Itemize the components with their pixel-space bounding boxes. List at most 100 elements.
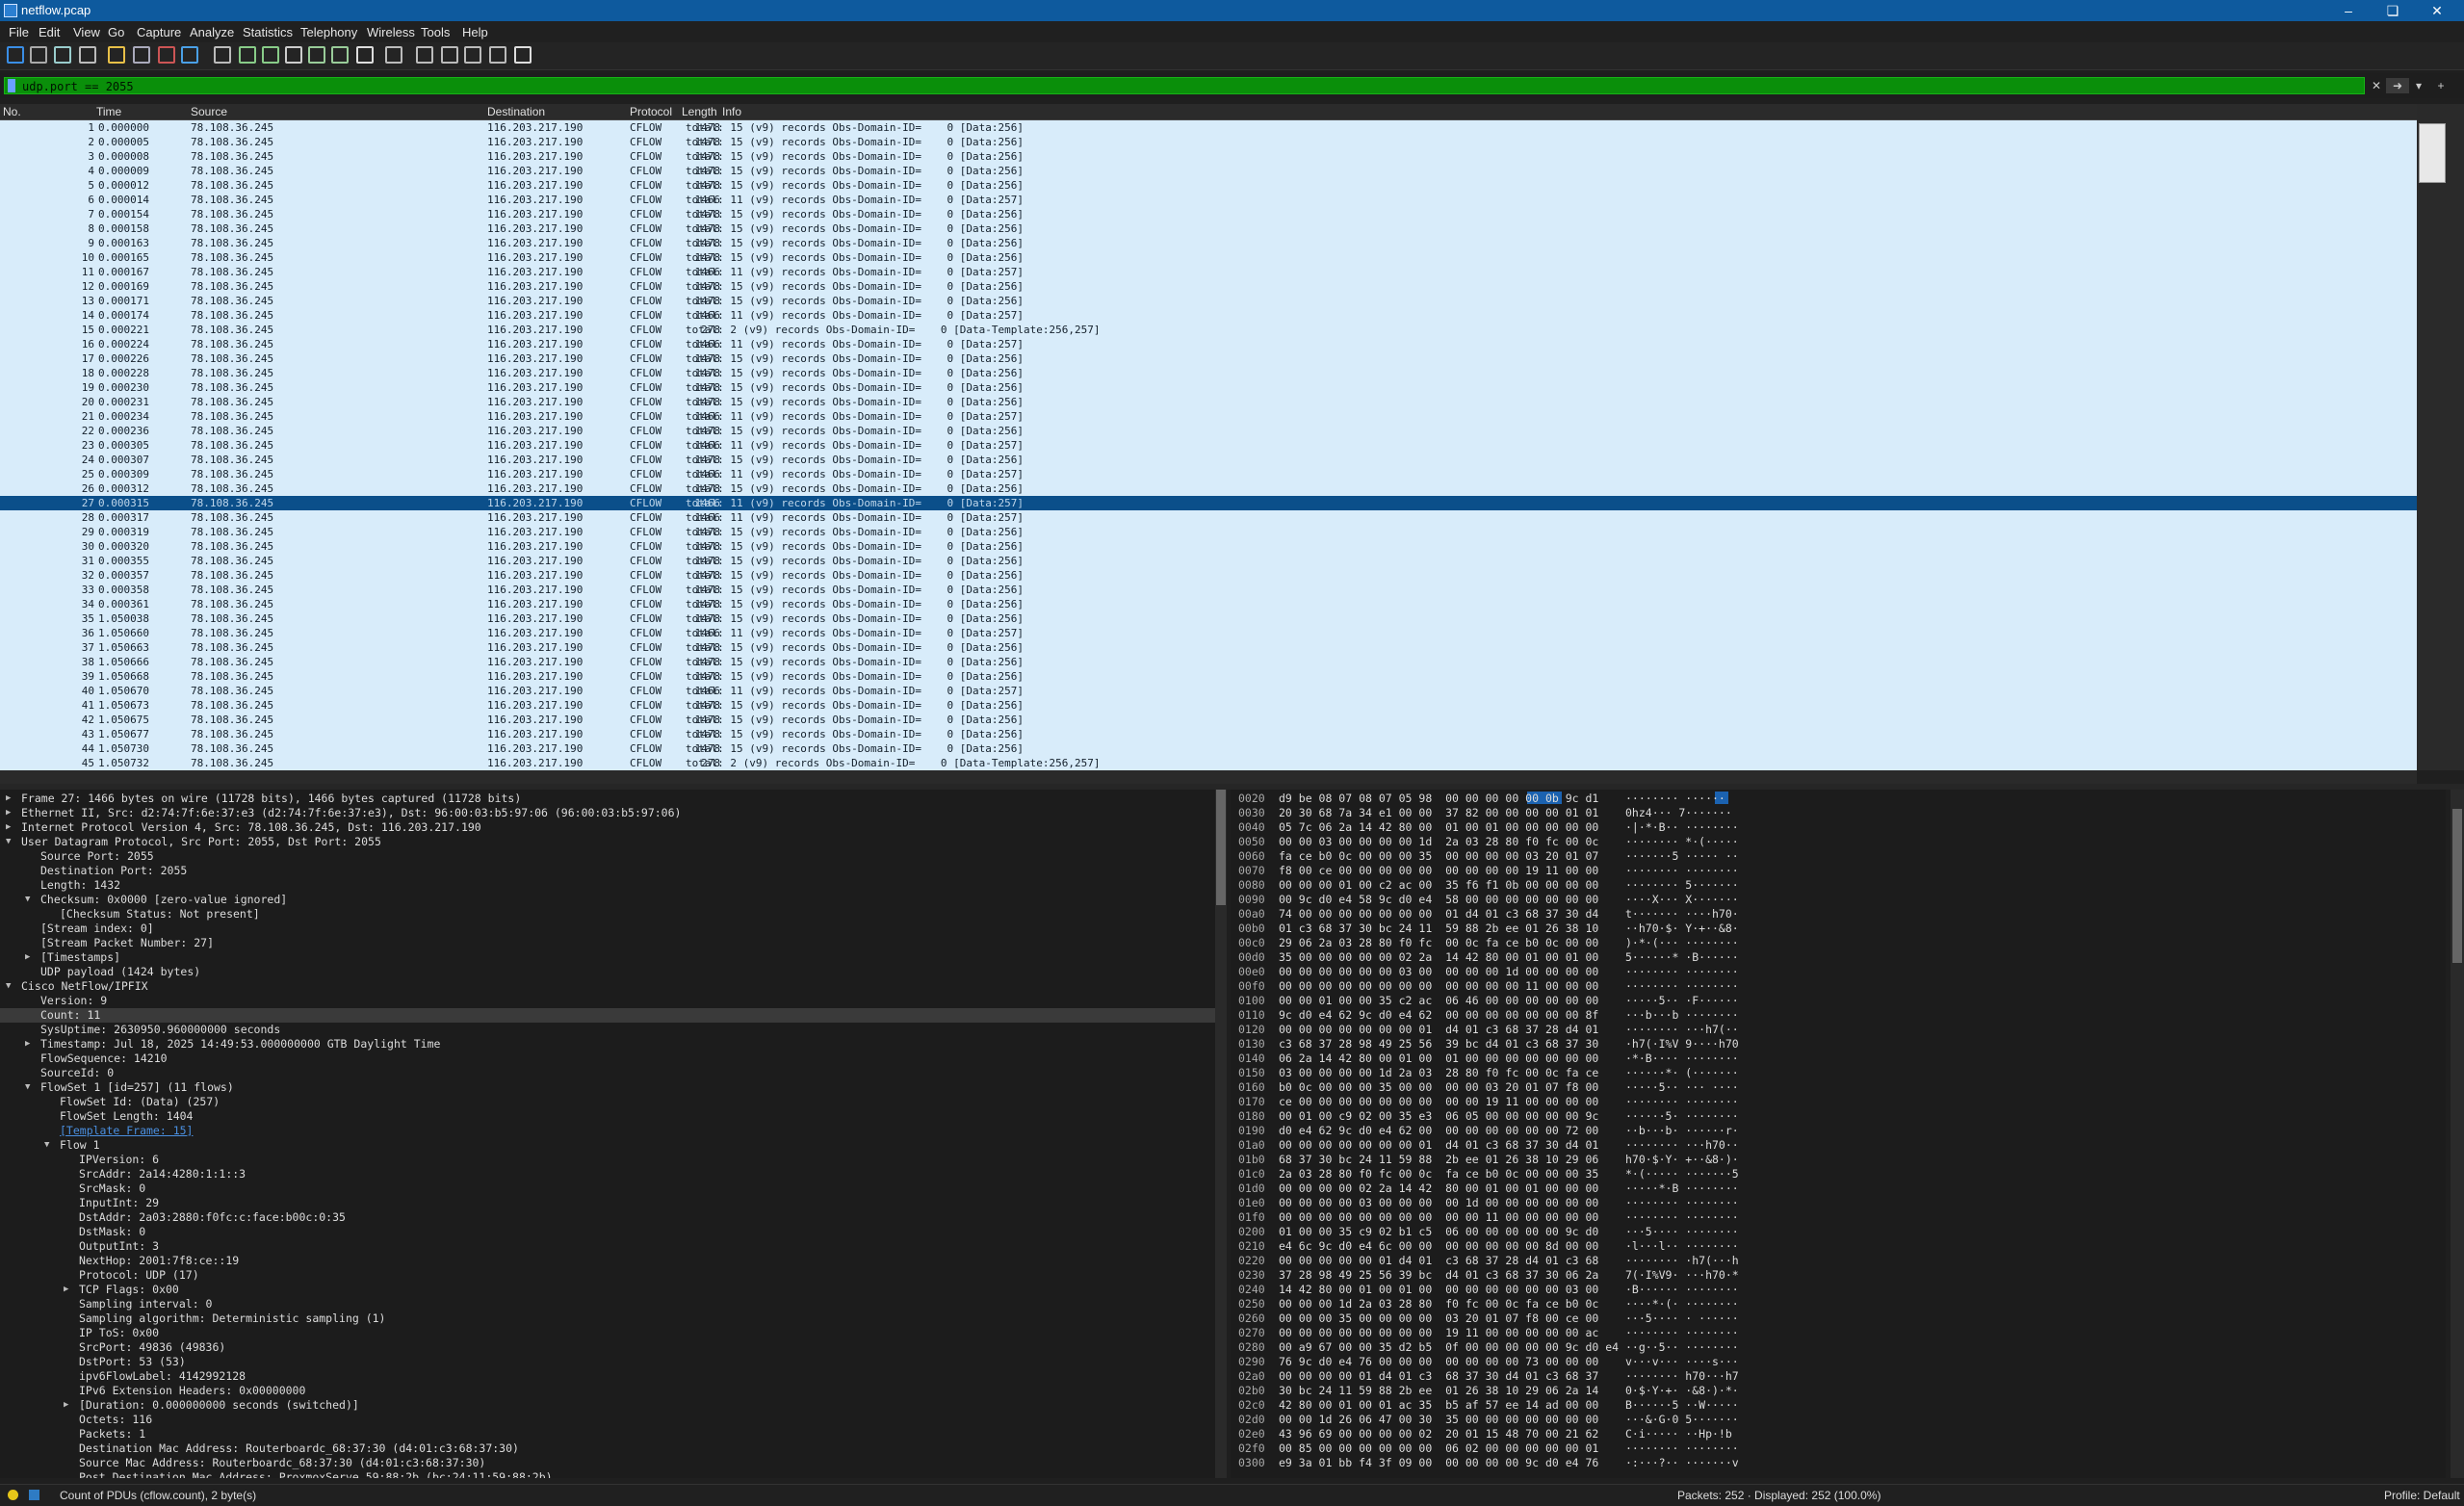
- bytes-row[interactable]: 00b0 01 c3 68 37 30 bc 24 11 59 88 2b ee …: [1231, 922, 2446, 936]
- open-file-icon[interactable]: [108, 46, 125, 64]
- bytes-row[interactable]: 0100 00 00 01 00 00 35 c2 ac 06 46 00 00 …: [1231, 994, 2446, 1008]
- detail-row[interactable]: SrcMask: 0: [0, 1181, 1215, 1196]
- detail-row[interactable]: IPv6 Extension Headers: 0x00000000: [0, 1384, 1215, 1398]
- expand-arrow-icon[interactable]: ▶: [25, 1037, 30, 1052]
- col-source[interactable]: Source: [191, 105, 227, 118]
- collapse-arrow-icon[interactable]: ▼: [6, 835, 11, 849]
- packet-row[interactable]: 32 0.000357 78.108.36.245 116.203.217.190 CF…: [0, 568, 2417, 583]
- detail-row[interactable]: ▶ [Timestamps]: [0, 950, 1215, 965]
- menu-go[interactable]: Go: [108, 25, 124, 39]
- stop-icon[interactable]: [30, 46, 47, 64]
- detail-row[interactable]: Destination Mac Address: Routerboardc_68…: [0, 1441, 1215, 1456]
- bytes-row[interactable]: 0250 00 00 00 1d 2a 03 28 80 f0 fc 00 0c …: [1231, 1297, 2446, 1311]
- packet-row[interactable]: 23 0.000305 78.108.36.245 116.203.217.190 CF…: [0, 438, 2417, 453]
- bytes-row[interactable]: 0090 00 9c d0 e4 58 9c d0 e4 58 00 00 00 …: [1231, 893, 2446, 907]
- packet-row[interactable]: 30 0.000320 78.108.36.245 116.203.217.190 CF…: [0, 539, 2417, 554]
- detail-row[interactable]: ▼ Cisco NetFlow/IPFIX: [0, 979, 1215, 994]
- packet-row[interactable]: 35 1.050038 78.108.36.245 116.203.217.190 CF…: [0, 611, 2417, 626]
- colorize-icon[interactable]: [385, 46, 402, 64]
- detail-row[interactable]: DstAddr: 2a03:2880:f0fc:c:face:b00c:0:35: [0, 1210, 1215, 1225]
- bytes-row[interactable]: 0180 00 01 00 c9 02 00 35 e3 06 05 00 00 …: [1231, 1109, 2446, 1124]
- detail-row[interactable]: ▼ Checksum: 0x0000 [zero-value ignored]: [0, 893, 1215, 907]
- resize-columns-icon[interactable]: [489, 46, 506, 64]
- bytes-row[interactable]: 0020 d9 be 08 07 08 07 05 98 00 00 00 00 …: [1231, 792, 2446, 806]
- packet-list[interactable]: 1 0.000000 78.108.36.245 116.203.217.190 CFL…: [0, 120, 2417, 770]
- detail-row[interactable]: ▶ TCP Flags: 0x00: [0, 1283, 1215, 1297]
- menu-tools[interactable]: Tools: [421, 25, 450, 39]
- expand-arrow-icon[interactable]: ▶: [25, 950, 30, 965]
- bytes-row[interactable]: 0070 f8 00 ce 00 00 00 00 00 00 00 00 00 …: [1231, 864, 2446, 878]
- col-destination[interactable]: Destination: [487, 105, 545, 118]
- packet-row[interactable]: 31 0.000355 78.108.36.245 116.203.217.190 CF…: [0, 554, 2417, 568]
- bytes-row[interactable]: 00f0 00 00 00 00 00 00 00 00 00 00 00 00 …: [1231, 979, 2446, 994]
- menu-analyze[interactable]: Analyze: [190, 25, 234, 39]
- detail-row[interactable]: UDP payload (1424 bytes): [0, 965, 1215, 979]
- packet-row[interactable]: 26 0.000312 78.108.36.245 116.203.217.190 CF…: [0, 481, 2417, 496]
- add-filter-button-icon[interactable]: +: [2433, 78, 2449, 93]
- col-no[interactable]: No.: [3, 105, 21, 118]
- bytes-row[interactable]: 0050 00 00 03 00 00 00 00 1d 2a 03 28 80 …: [1231, 835, 2446, 849]
- detail-row[interactable]: Sampling interval: 0: [0, 1297, 1215, 1311]
- packet-row[interactable]: 11 0.000167 78.108.36.245 116.203.217.190 CF…: [0, 265, 2417, 279]
- packet-row[interactable]: 17 0.000226 78.108.36.245 116.203.217.190 CF…: [0, 351, 2417, 366]
- col-protocol[interactable]: Protocol: [630, 105, 672, 118]
- detail-row[interactable]: Protocol: UDP (17): [0, 1268, 1215, 1283]
- options-icon[interactable]: [79, 46, 96, 64]
- detail-row[interactable]: IPVersion: 6: [0, 1153, 1215, 1167]
- bytes-row[interactable]: 0110 9c d0 e4 62 9c d0 e4 62 00 00 00 00 …: [1231, 1008, 2446, 1023]
- expert-info-icon[interactable]: [8, 1490, 18, 1500]
- detail-row[interactable]: [Checksum Status: Not present]: [0, 907, 1215, 922]
- capture-comment-icon[interactable]: [29, 1490, 39, 1500]
- maximize-icon[interactable]: ❏: [2371, 0, 2415, 21]
- scroll-thumb[interactable]: [2452, 809, 2462, 963]
- detail-row[interactable]: ▶ Internet Protocol Version 4, Src: 78.10…: [0, 820, 1215, 835]
- detail-row[interactable]: Source Mac Address: Routerboardc_68:37:3…: [0, 1456, 1215, 1470]
- detail-row[interactable]: IP ToS: 0x00: [0, 1326, 1215, 1340]
- bytes-row[interactable]: 0280 00 a9 67 00 00 35 d2 b5 0f 00 00 00 …: [1231, 1340, 2446, 1355]
- shark-fin-start-icon[interactable]: [7, 46, 24, 64]
- bytes-row[interactable]: 0040 05 7c 06 2a 14 42 80 00 01 00 01 00 …: [1231, 820, 2446, 835]
- packet-list-hscrollbar[interactable]: [0, 770, 2417, 784]
- packet-row[interactable]: 7 0.000154 78.108.36.245 116.203.217.190 CFL…: [0, 207, 2417, 221]
- display-filter-input[interactable]: udp.port == 2055: [4, 77, 2365, 94]
- expand-arrow-icon[interactable]: ▶: [6, 806, 11, 820]
- detail-row[interactable]: [Stream index: 0]: [0, 922, 1215, 936]
- detail-row[interactable]: ▶ Ethernet II, Src: d2:74:7f:6e:37:e3 (d2…: [0, 806, 1215, 820]
- detail-row[interactable]: ▶ Frame 27: 1466 bytes on wire (11728 bit…: [0, 792, 1215, 806]
- packet-row[interactable]: 2 0.000005 78.108.36.245 116.203.217.190 CFL…: [0, 135, 2417, 149]
- packet-row[interactable]: 16 0.000224 78.108.36.245 116.203.217.190 CF…: [0, 337, 2417, 351]
- bytes-row[interactable]: 02e0 43 96 69 00 00 00 00 02 20 01 15 48 …: [1231, 1427, 2446, 1441]
- recent-filters-chevron-down-icon[interactable]: ▾: [2412, 78, 2425, 93]
- packet-row[interactable]: 6 0.000014 78.108.36.245 116.203.217.190 CFL…: [0, 193, 2417, 207]
- detail-row[interactable]: OutputInt: 3: [0, 1239, 1215, 1254]
- packet-row[interactable]: 1 0.000000 78.108.36.245 116.203.217.190 CFL…: [0, 120, 2417, 135]
- detail-row[interactable]: ▼ Flow 1: [0, 1138, 1215, 1153]
- packet-row[interactable]: 12 0.000169 78.108.36.245 116.203.217.190 CF…: [0, 279, 2417, 294]
- menu-capture[interactable]: Capture: [137, 25, 181, 39]
- bytes-row[interactable]: 00d0 35 00 00 00 00 00 02 2a 14 42 80 00 …: [1231, 950, 2446, 965]
- packet-row[interactable]: 44 1.050730 78.108.36.245 116.203.217.190 CF…: [0, 741, 2417, 756]
- packet-row[interactable]: 38 1.050666 78.108.36.245 116.203.217.190 CF…: [0, 655, 2417, 669]
- detail-row[interactable]: ▼ User Datagram Protocol, Src Port: 2055,…: [0, 835, 1215, 849]
- detail-row[interactable]: Octets: 116: [0, 1413, 1215, 1427]
- bytes-row[interactable]: 0230 37 28 98 49 25 56 39 bc d4 01 c3 68 …: [1231, 1268, 2446, 1283]
- bytes-row[interactable]: 0150 03 00 00 00 00 1d 2a 03 28 80 f0 fc …: [1231, 1066, 2446, 1080]
- packet-row[interactable]: 41 1.050673 78.108.36.245 116.203.217.190 CF…: [0, 698, 2417, 713]
- detail-row[interactable]: Packets: 1: [0, 1427, 1215, 1441]
- packet-bytes-pane[interactable]: 0020 d9 be 08 07 08 07 05 98 00 00 00 00 …: [1231, 790, 2446, 1478]
- detail-row[interactable]: SrcAddr: 2a14:4280:1:1::3: [0, 1167, 1215, 1181]
- packet-row[interactable]: 14 0.000174 78.108.36.245 116.203.217.190 CF…: [0, 308, 2417, 323]
- menu-statistics[interactable]: Statistics: [243, 25, 293, 39]
- detail-row[interactable]: NextHop: 2001:7f8:ce::19: [0, 1254, 1215, 1268]
- bytes-row[interactable]: 01b0 68 37 30 bc 24 11 59 88 2b ee 01 26 …: [1231, 1153, 2446, 1167]
- menu-help[interactable]: Help: [462, 25, 488, 39]
- bytes-row[interactable]: 02b0 30 bc 24 11 59 88 2b ee 01 26 38 10 …: [1231, 1384, 2446, 1398]
- bytes-row[interactable]: 01f0 00 00 00 00 00 00 00 00 00 00 11 00 …: [1231, 1210, 2446, 1225]
- bytes-row[interactable]: 02c0 42 80 00 01 00 01 ac 35 b5 af 57 ee …: [1231, 1398, 2446, 1413]
- bytes-row[interactable]: 01e0 00 00 00 00 03 00 00 00 00 1d 00 00 …: [1231, 1196, 2446, 1210]
- apply-filter-icon[interactable]: ➜: [2386, 78, 2409, 93]
- bytes-row[interactable]: 0030 20 30 68 7a 34 e1 00 00 37 82 00 00 …: [1231, 806, 2446, 820]
- menu-telephony[interactable]: Telephony: [300, 25, 357, 39]
- bytes-row[interactable]: 0130 c3 68 37 28 98 49 25 56 39 bc d4 01 …: [1231, 1037, 2446, 1052]
- bytes-row[interactable]: 0200 01 00 00 35 c9 02 b1 c5 06 00 00 00 …: [1231, 1225, 2446, 1239]
